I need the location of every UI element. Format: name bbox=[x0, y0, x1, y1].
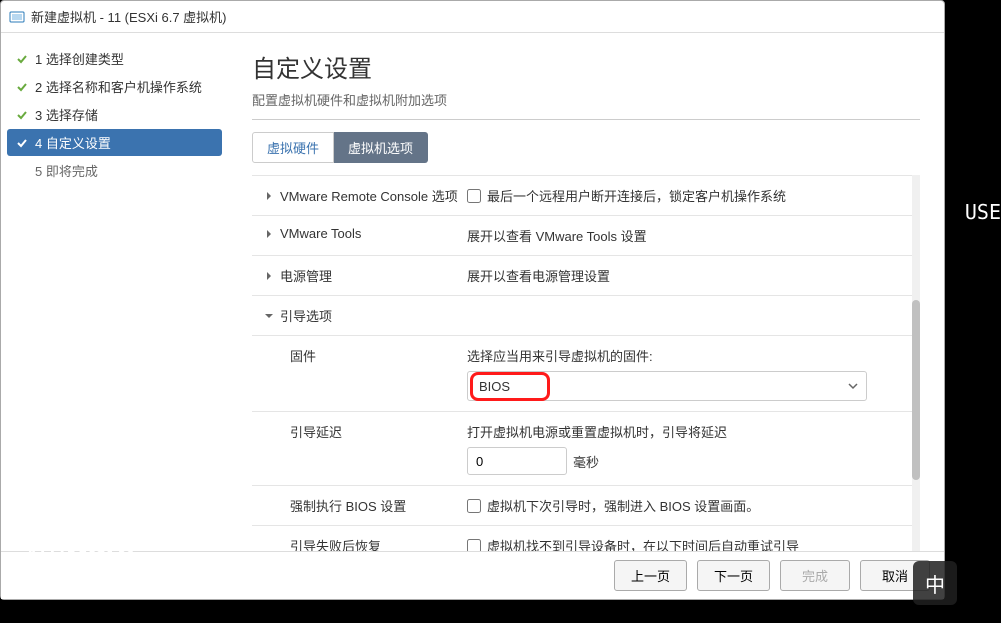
check-icon bbox=[15, 108, 29, 122]
check-icon bbox=[15, 136, 29, 150]
chevron-right-icon bbox=[264, 229, 274, 239]
row-label[interactable]: VMware Remote Console 选项 bbox=[252, 186, 467, 205]
settings-scroll: VMware Remote Console 选项 最后一个远程用户断开连接后，锁… bbox=[252, 175, 920, 553]
vmware-logo: vmware® bbox=[24, 526, 143, 562]
wizard-sidebar: 1 选择创建类型 2 选择名称和客户机操作系统 3 选择存储 4 自定义设置 bbox=[1, 33, 228, 553]
checkbox-label: 虚拟机下次引导时，强制进入 BIOS 设置画面。 bbox=[487, 496, 759, 515]
checkbox-label: 最后一个远程用户断开连接后，锁定客户机操作系统 bbox=[487, 186, 786, 205]
row-value: 展开以查看电源管理设置 bbox=[467, 266, 920, 285]
row-vmware-tools: VMware Tools 展开以查看 VMware Tools 设置 bbox=[252, 215, 920, 255]
step-label: 1 选择创建类型 bbox=[35, 49, 214, 68]
boot-delay-input[interactable] bbox=[467, 447, 567, 475]
step-label: 2 选择名称和客户机操作系统 bbox=[35, 77, 214, 96]
next-button[interactable]: 下一页 bbox=[697, 560, 770, 591]
row-boot-delay: 引导延迟 打开虚拟机电源或重置虚拟机时，引导将延迟 毫秒 bbox=[252, 411, 920, 485]
chevron-down-icon bbox=[264, 311, 274, 321]
tabs: 虚拟硬件 虚拟机选项 bbox=[252, 132, 920, 163]
label-text: 电源管理 bbox=[280, 266, 332, 285]
tab-vm-options[interactable]: 虚拟机选项 bbox=[334, 132, 428, 163]
vmware-logo-area: vmware® bbox=[24, 526, 143, 563]
lock-guest-checkbox[interactable] bbox=[467, 189, 481, 203]
row-label: 固件 bbox=[252, 346, 467, 365]
row-value: 虚拟机下次引导时，强制进入 BIOS 设置画面。 bbox=[467, 496, 920, 515]
vm-icon bbox=[9, 9, 25, 25]
scrollbar-track[interactable] bbox=[912, 175, 920, 553]
scrollbar-thumb[interactable] bbox=[912, 300, 920, 480]
main-panel: 自定义设置 配置虚拟机硬件和虚拟机附加选项 虚拟硬件 虚拟机选项 VMware … bbox=[228, 33, 944, 553]
finish-button: 完成 bbox=[780, 560, 850, 591]
new-vm-dialog: 新建虚拟机 - 11 (ESXi 6.7 虚拟机) 1 选择创建类型 2 选择名… bbox=[0, 0, 945, 600]
firmware-highlight: BIOS bbox=[470, 372, 550, 401]
dialog-title: 新建虚拟机 - 11 (ESXi 6.7 虚拟机) bbox=[31, 7, 227, 26]
dialog-titlebar: 新建虚拟机 - 11 (ESXi 6.7 虚拟机) bbox=[1, 1, 944, 33]
step-label: 3 选择存储 bbox=[35, 105, 214, 124]
page-subtitle: 配置虚拟机硬件和虚拟机附加选项 bbox=[252, 90, 920, 109]
step-label: 4 自定义设置 bbox=[35, 133, 214, 152]
wizard-step-3[interactable]: 3 选择存储 bbox=[7, 101, 222, 128]
ime-indicator: 中 bbox=[913, 561, 957, 605]
chevron-down-icon bbox=[848, 379, 858, 394]
row-boot-fail-recovery: 引导失败后恢复 虚拟机找不到引导设备时，在以下时间后自动重试引导 秒 bbox=[252, 525, 920, 553]
check-icon bbox=[15, 52, 29, 66]
boot-delay-unit: 毫秒 bbox=[573, 452, 599, 471]
row-value: 展开以查看 VMware Tools 设置 bbox=[467, 226, 920, 245]
force-bios-checkbox-wrap[interactable]: 虚拟机下次引导时，强制进入 BIOS 设置画面。 bbox=[467, 496, 908, 515]
row-label[interactable]: VMware Tools bbox=[252, 226, 467, 241]
force-bios-checkbox[interactable] bbox=[467, 499, 481, 513]
row-firmware: 固件 选择应当用来引导虚拟机的固件: BIOS bbox=[252, 335, 920, 411]
row-value: 最后一个远程用户断开连接后，锁定客户机操作系统 bbox=[467, 186, 920, 205]
row-label[interactable]: 电源管理 bbox=[252, 266, 467, 285]
row-power-mgmt: 电源管理 展开以查看电源管理设置 bbox=[252, 255, 920, 295]
firmware-select[interactable]: BIOS bbox=[467, 371, 867, 401]
row-boot-options: 引导选项 bbox=[252, 295, 920, 335]
lock-guest-checkbox-wrap[interactable]: 最后一个远程用户断开连接后，锁定客户机操作系统 bbox=[467, 186, 908, 205]
background-terminal-text: USE bbox=[965, 200, 1001, 224]
row-vmrc: VMware Remote Console 选项 最后一个远程用户断开连接后，锁… bbox=[252, 175, 920, 215]
row-label: 强制执行 BIOS 设置 bbox=[252, 496, 467, 515]
divider bbox=[252, 119, 920, 120]
boot-delay-desc: 打开虚拟机电源或重置虚拟机时，引导将延迟 bbox=[467, 422, 908, 441]
firmware-selected: BIOS bbox=[479, 379, 510, 394]
wizard-step-5: 5 即将完成 bbox=[7, 157, 222, 184]
chevron-right-icon bbox=[264, 191, 274, 201]
chevron-right-icon bbox=[264, 271, 274, 281]
row-force-bios: 强制执行 BIOS 设置 虚拟机下次引导时，强制进入 BIOS 设置画面。 bbox=[252, 485, 920, 525]
row-label: 引导延迟 bbox=[252, 422, 467, 441]
label-text: 引导选项 bbox=[280, 306, 332, 325]
wizard-step-4[interactable]: 4 自定义设置 bbox=[7, 129, 222, 156]
check-icon bbox=[15, 80, 29, 94]
step-label: 5 即将完成 bbox=[35, 161, 214, 180]
dialog-body: 1 选择创建类型 2 选择名称和客户机操作系统 3 选择存储 4 自定义设置 bbox=[1, 33, 944, 553]
firmware-desc: 选择应当用来引导虚拟机的固件: bbox=[467, 346, 908, 365]
row-value: 打开虚拟机电源或重置虚拟机时，引导将延迟 毫秒 bbox=[467, 422, 920, 475]
wizard-step-1[interactable]: 1 选择创建类型 bbox=[7, 45, 222, 72]
back-button[interactable]: 上一页 bbox=[614, 560, 687, 591]
tab-virtual-hardware[interactable]: 虚拟硬件 bbox=[252, 132, 334, 163]
label-text: VMware Remote Console 选项 bbox=[280, 186, 458, 205]
row-value: 选择应当用来引导虚拟机的固件: BIOS bbox=[467, 346, 920, 401]
row-label[interactable]: 引导选项 bbox=[252, 306, 467, 325]
label-text: VMware Tools bbox=[280, 226, 361, 241]
page-title: 自定义设置 bbox=[252, 49, 920, 84]
wizard-step-2[interactable]: 2 选择名称和客户机操作系统 bbox=[7, 73, 222, 100]
